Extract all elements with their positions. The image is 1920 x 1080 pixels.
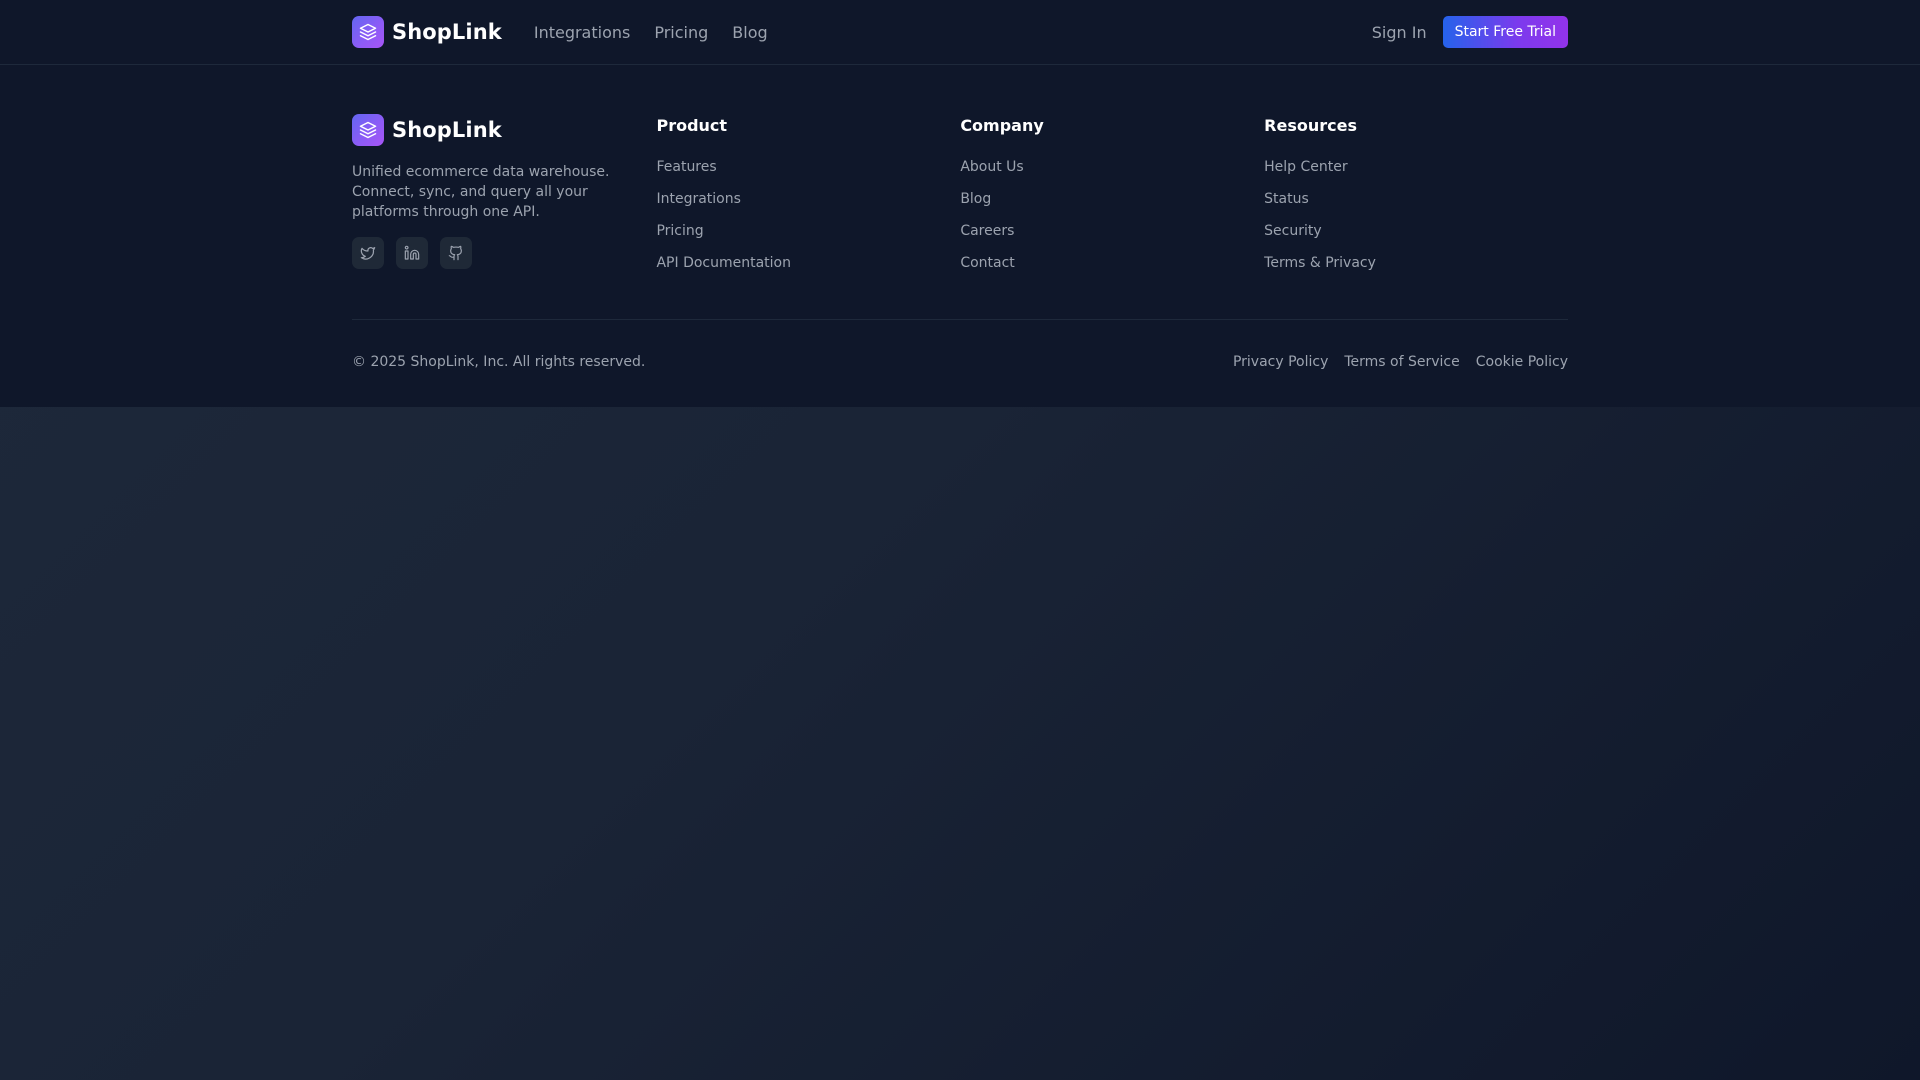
footer-bottom-bar: © 2025 ShopLink, Inc. All rights reserve… [352, 320, 1568, 404]
sign-in-link[interactable]: Sign In [1372, 23, 1427, 42]
footer-link-blog[interactable]: Blog [960, 190, 991, 208]
list-item: Features [656, 156, 960, 188]
nav-left: ShopLink Integrations Pricing Blog [352, 16, 768, 48]
list-item: Contact [960, 252, 1264, 284]
list-item: Blog [960, 188, 1264, 220]
twitter-icon[interactable] [352, 237, 384, 269]
column-links: Features Integrations Pricing API Docume… [656, 156, 960, 284]
start-free-trial-button[interactable]: Start Free Trial [1442, 16, 1568, 48]
layers-icon [352, 114, 384, 146]
footer-column-resources: Resources Help Center Status Security Te… [1264, 114, 1568, 284]
legal-links: Privacy Policy Terms of Service Cookie P… [1233, 354, 1568, 370]
footer-column-company: Company About Us Blog Careers Contact [960, 114, 1264, 284]
footer-link-terms-privacy[interactable]: Terms & Privacy [1264, 254, 1376, 272]
list-item: Help Center [1264, 156, 1568, 188]
layers-icon [352, 16, 384, 48]
terms-of-service-link[interactable]: Terms of Service [1344, 354, 1459, 370]
footer-link-status[interactable]: Status [1264, 190, 1309, 208]
github-icon[interactable] [440, 237, 472, 269]
list-item: About Us [960, 156, 1264, 188]
footer-link-features[interactable]: Features [656, 158, 716, 176]
footer-link-security[interactable]: Security [1264, 222, 1322, 240]
linkedin-icon[interactable] [396, 237, 428, 269]
list-item: Security [1264, 220, 1568, 252]
list-item: Integrations [656, 188, 960, 220]
footer-container: ShopLink Unified ecommerce data warehous… [352, 65, 1568, 404]
footer-link-integrations[interactable]: Integrations [656, 190, 740, 208]
column-links: About Us Blog Careers Contact [960, 156, 1264, 284]
footer-link-pricing[interactable]: Pricing [656, 222, 703, 240]
nav-link-integrations[interactable]: Integrations [534, 23, 631, 42]
list-item: API Documentation [656, 252, 960, 284]
site-footer: ShopLink Unified ecommerce data warehous… [0, 65, 1920, 407]
column-links: Help Center Status Security Terms & Priv… [1264, 156, 1568, 284]
brand-logo-link[interactable]: ShopLink [352, 16, 502, 48]
footer-link-careers[interactable]: Careers [960, 222, 1014, 240]
column-title: Product [656, 116, 728, 135]
footer-column-product: Product Features Integrations Pricing AP… [656, 114, 960, 284]
nav-container: ShopLink Integrations Pricing Blog Sign … [352, 0, 1568, 64]
footer-link-about-us[interactable]: About Us [960, 158, 1023, 176]
footer-brand-name: ShopLink [392, 118, 502, 142]
nav-link-pricing[interactable]: Pricing [654, 23, 708, 42]
list-item: Status [1264, 188, 1568, 220]
nav-right: Sign In Start Free Trial [1372, 16, 1568, 48]
top-nav: ShopLink Integrations Pricing Blog Sign … [0, 0, 1920, 65]
footer-brand-column: ShopLink Unified ecommerce data warehous… [352, 114, 656, 284]
column-title: Company [960, 116, 1044, 135]
nav-links: Integrations Pricing Blog [534, 23, 768, 42]
footer-link-help-center[interactable]: Help Center [1264, 158, 1348, 176]
privacy-policy-link[interactable]: Privacy Policy [1233, 354, 1328, 370]
list-item: Careers [960, 220, 1264, 252]
footer-link-contact[interactable]: Contact [960, 254, 1014, 272]
brand-name: ShopLink [392, 20, 502, 44]
list-item: Terms & Privacy [1264, 252, 1568, 284]
cookie-policy-link[interactable]: Cookie Policy [1476, 354, 1568, 370]
social-links [352, 237, 632, 269]
nav-link-blog[interactable]: Blog [732, 23, 767, 42]
copyright-text: © 2025 ShopLink, Inc. All rights reserve… [352, 354, 646, 370]
footer-columns: ShopLink Unified ecommerce data warehous… [352, 114, 1568, 284]
column-title: Resources [1264, 116, 1357, 135]
footer-description: Unified ecommerce data warehouse. Connec… [352, 164, 610, 220]
footer-link-api-documentation[interactable]: API Documentation [656, 254, 791, 272]
list-item: Pricing [656, 220, 960, 252]
footer-brand-link[interactable]: ShopLink [352, 114, 632, 146]
